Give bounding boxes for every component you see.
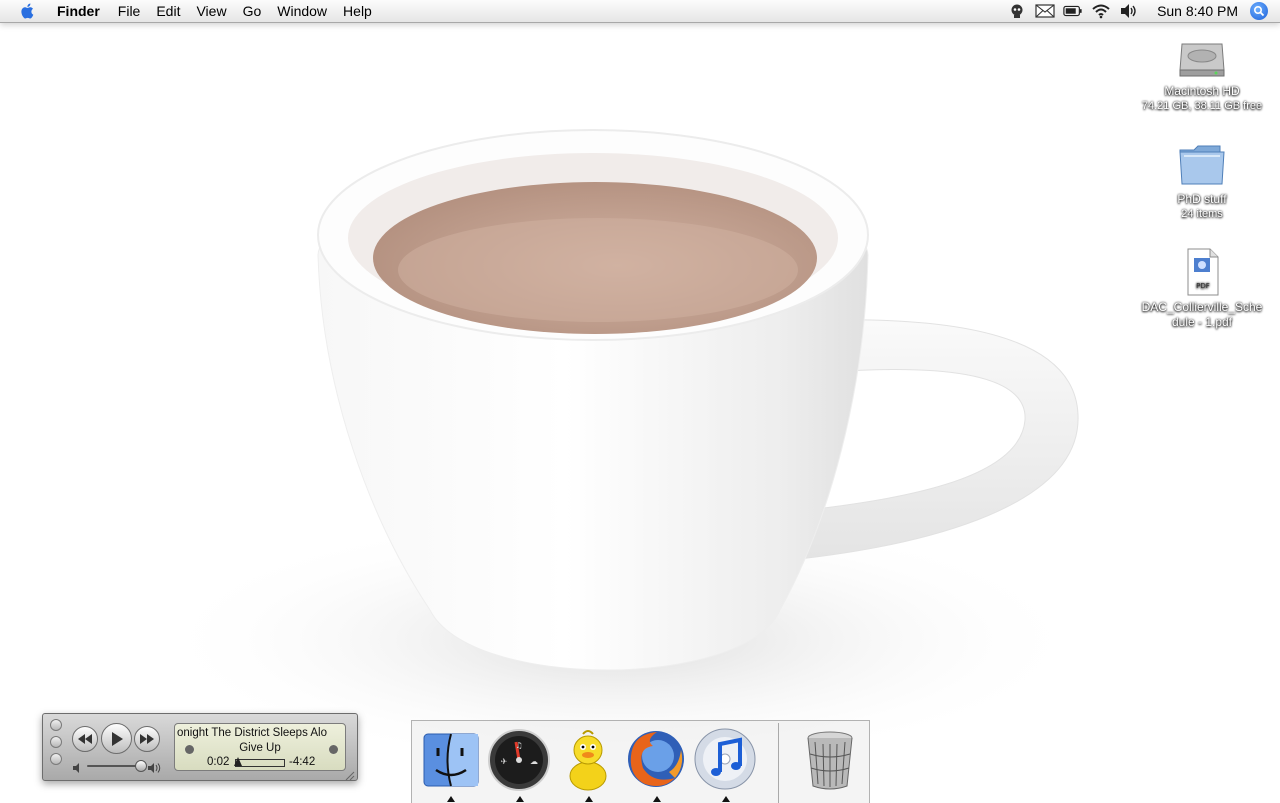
- dock-item-adium[interactable]: [555, 726, 621, 792]
- menu-clock[interactable]: Sun 8:40 PM: [1143, 0, 1250, 22]
- rewind-icon: [78, 734, 92, 744]
- volume-low-icon: [73, 760, 83, 778]
- volume-high-icon: [148, 760, 162, 778]
- running-indicator: [516, 796, 524, 802]
- close-button[interactable]: [50, 719, 62, 731]
- menu-file[interactable]: File: [110, 0, 149, 22]
- dock-item-dashboard[interactable]: ♫ ✈ ☁: [486, 726, 552, 792]
- svg-text:♫: ♫: [515, 741, 522, 750]
- play-icon: [111, 731, 123, 746]
- remaining-time: -4:42: [289, 756, 316, 768]
- now-playing-scroll: onight The District Sleeps Alo: [177, 727, 328, 739]
- previous-track-button[interactable]: [72, 726, 98, 752]
- next-track-button[interactable]: [134, 726, 160, 752]
- menu-bar: Finder File Edit View Go Window Help Sun…: [0, 0, 1280, 23]
- desktop-icon-label: Macintosh HD: [1164, 84, 1240, 98]
- lcd-toggle-right-icon[interactable]: [329, 745, 338, 754]
- volume-slider-knob[interactable]: [135, 760, 147, 772]
- fast-forward-icon: [140, 734, 154, 744]
- running-indicator: [447, 796, 455, 802]
- running-indicator: [585, 796, 593, 802]
- dashboard-icon: ♫ ✈ ☁: [488, 729, 550, 791]
- running-indicator: [653, 796, 661, 802]
- coffee-cup-wallpaper: [0, 0, 1280, 800]
- apple-icon[interactable]: [19, 2, 37, 20]
- menu-go[interactable]: Go: [235, 0, 270, 22]
- dock-item-finder[interactable]: [418, 726, 484, 792]
- svg-text:☁: ☁: [530, 757, 538, 766]
- menu-window[interactable]: Window: [269, 0, 335, 22]
- elapsed-time: 0:02: [207, 756, 230, 768]
- itunes-mini-player: onight The District Sleeps Alo Give Up 0…: [42, 713, 358, 781]
- dock-item-itunes[interactable]: [692, 726, 758, 792]
- trash-icon: [807, 731, 853, 790]
- pdf-file-icon: PDF: [1176, 246, 1228, 298]
- play-button[interactable]: [101, 723, 132, 754]
- now-playing-title: Give Up: [239, 742, 281, 754]
- menu-help[interactable]: Help: [335, 0, 380, 22]
- desktop-icon-macintosh-hd[interactable]: Macintosh HD 74.21 GB, 38.11 GB free: [1132, 30, 1272, 113]
- dock: ♫ ✈ ☁: [411, 720, 870, 803]
- adium-duck-icon: [569, 730, 607, 791]
- hard-drive-icon: [1176, 30, 1228, 82]
- desktop-icon-phd-stuff[interactable]: PhD stuff 24 items: [1132, 138, 1272, 221]
- menu-view[interactable]: View: [188, 0, 234, 22]
- finder-icon: [423, 733, 479, 787]
- desktop-icon-info: 24 items: [1181, 208, 1223, 220]
- minimize-button[interactable]: [50, 736, 62, 748]
- wifi-icon[interactable]: [1091, 2, 1111, 20]
- progress-knob[interactable]: [234, 757, 242, 766]
- dock-separator: [778, 723, 779, 803]
- menu-app-name[interactable]: Finder: [49, 0, 108, 22]
- pdf-badge: PDF: [1196, 282, 1210, 290]
- resize-grip-icon[interactable]: [345, 768, 355, 781]
- desktop-icon-label: PhD stuff: [1177, 192, 1227, 206]
- ichat-status-icon[interactable]: [1007, 2, 1027, 20]
- lcd-display[interactable]: onight The District Sleeps Alo Give Up 0…: [174, 723, 346, 771]
- folder-icon: [1176, 138, 1228, 190]
- dock-item-trash[interactable]: [797, 726, 863, 792]
- battery-icon[interactable]: [1063, 2, 1083, 20]
- desktop-icon-pdf[interactable]: PDF DAC_Collierville_Sche dule - 1.pdf: [1132, 246, 1272, 330]
- dock-item-firefox[interactable]: [623, 726, 689, 792]
- firefox-icon: [628, 731, 684, 787]
- mail-icon[interactable]: [1035, 2, 1055, 20]
- desktop-icon-label: DAC_Collierville_Sche dule - 1.pdf: [1141, 300, 1263, 329]
- desktop-icon-info: 74.21 GB, 38.11 GB free: [1141, 100, 1263, 112]
- spotlight-icon[interactable]: [1250, 2, 1268, 20]
- svg-text:✈: ✈: [501, 757, 508, 766]
- running-indicator: [722, 796, 730, 802]
- itunes-icon: [694, 728, 756, 790]
- zoom-button[interactable]: [50, 753, 62, 765]
- menu-edit[interactable]: Edit: [148, 0, 188, 22]
- menu-extras: Sun 8:40 PM: [1003, 0, 1280, 22]
- volume-icon[interactable]: [1119, 2, 1139, 20]
- progress-bar[interactable]: [235, 759, 285, 767]
